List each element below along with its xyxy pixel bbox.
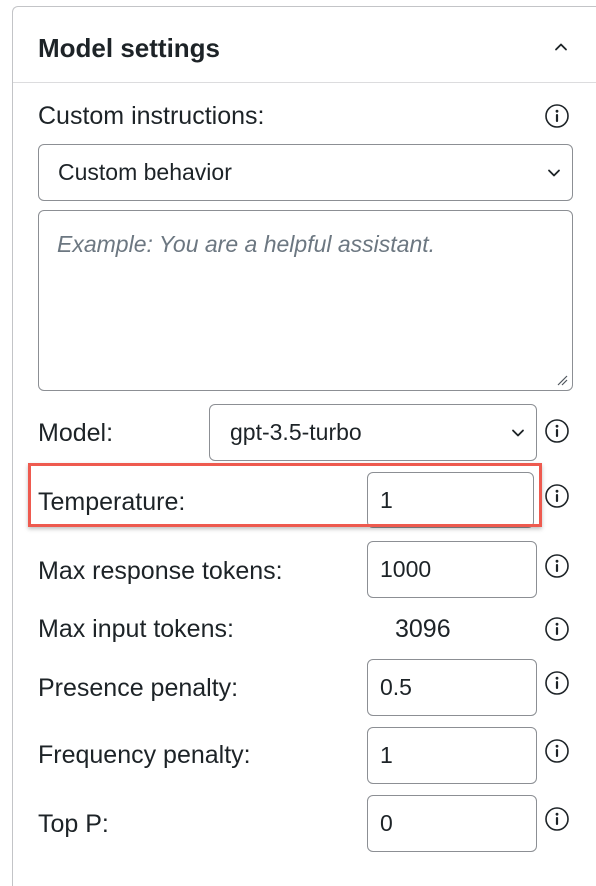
custom-instructions-label: Custom instructions:: [38, 102, 265, 130]
presence-penalty-input[interactable]: 0.5: [367, 659, 537, 716]
top-p-input[interactable]: 0: [367, 795, 537, 852]
custom-instructions-selected: Custom behavior: [58, 159, 232, 185]
frequency-penalty-input[interactable]: 1: [367, 727, 537, 784]
collapse-button[interactable]: [547, 33, 575, 61]
info-icon[interactable]: [543, 805, 571, 833]
info-icon[interactable]: [543, 552, 571, 580]
textarea-placeholder: Example: You are a helpful assistant.: [57, 231, 436, 257]
temperature-highlight: [28, 463, 542, 527]
top-p-label: Top P:: [38, 810, 109, 838]
chevron-down-icon: [512, 429, 524, 436]
resize-grip-icon[interactable]: [555, 373, 569, 387]
model-label: Model:: [38, 419, 114, 447]
max-input-tokens-label: Max input tokens:: [38, 615, 234, 643]
info-icon[interactable]: [543, 737, 571, 765]
custom-instructions-textarea[interactable]: Example: You are a helpful assistant.: [38, 210, 573, 391]
info-icon[interactable]: [543, 615, 571, 643]
custom-instructions-select[interactable]: Custom behavior: [38, 144, 573, 201]
info-icon[interactable]: [543, 482, 571, 510]
model-select[interactable]: gpt-3.5-turbo: [209, 404, 537, 461]
model-selected: gpt-3.5-turbo: [230, 419, 362, 445]
frequency-penalty-label: Frequency penalty:: [38, 741, 251, 769]
presence-penalty-label: Presence penalty:: [38, 674, 239, 702]
info-icon[interactable]: [543, 417, 571, 445]
max-response-tokens-input[interactable]: 1000: [367, 541, 537, 598]
panel-header[interactable]: Model settings: [13, 7, 596, 83]
info-icon[interactable]: [543, 102, 571, 130]
info-icon[interactable]: [543, 669, 571, 697]
max-input-tokens-value: 3096: [395, 615, 451, 643]
chevron-up-icon: [555, 43, 567, 51]
max-response-tokens-label: Max response tokens:: [38, 557, 283, 585]
chevron-down-icon: [548, 169, 560, 176]
panel-title: Model settings: [38, 33, 221, 63]
